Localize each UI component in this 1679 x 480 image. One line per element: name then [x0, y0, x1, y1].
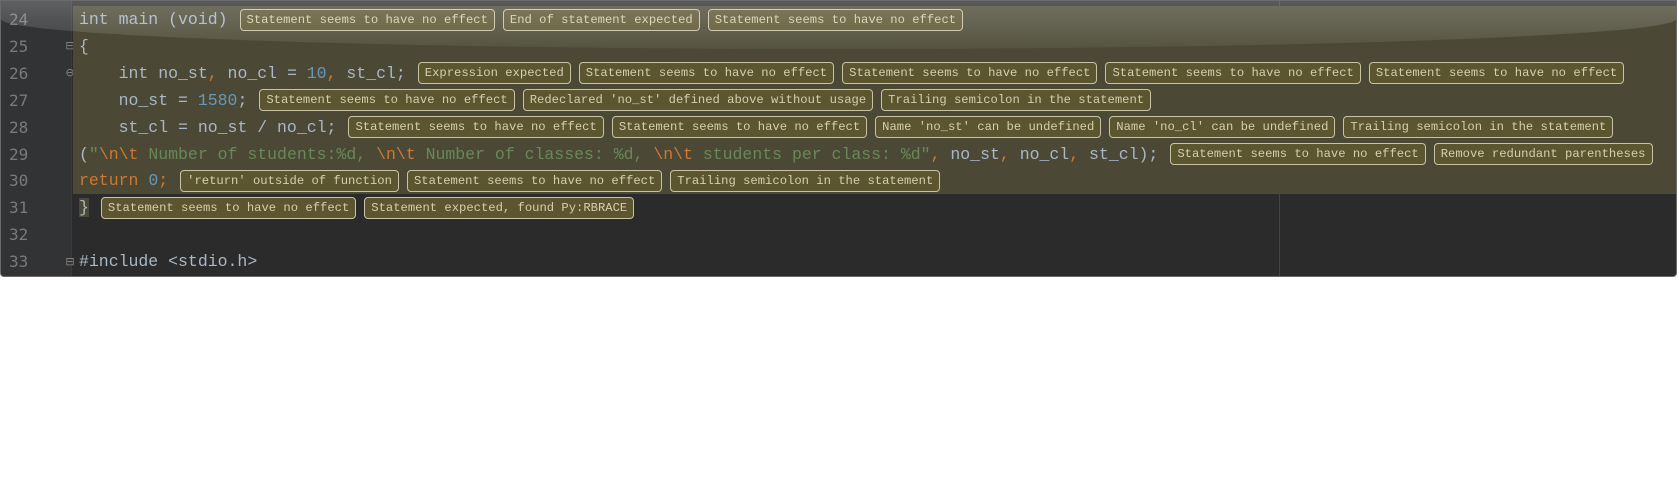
code-content: } Statement seems to have no effect Statem…	[73, 194, 1676, 221]
code-token: no_cl =	[217, 63, 307, 83]
line-number: 26	[9, 63, 29, 83]
code-line[interactable]: 30 return 0; 'return' outside of function S…	[1, 167, 1676, 195]
code-token: ,	[326, 63, 337, 83]
inspection-hint[interactable]: Statement seems to have no effect	[611, 116, 868, 139]
code-token: int no_st	[79, 63, 208, 83]
line-number: 25	[9, 36, 29, 56]
inspection-hint[interactable]: Statement seems to have no effect	[406, 169, 663, 192]
code-token: {	[79, 36, 89, 56]
code-content: int no_st, no_cl = 10, st_cl; Expression …	[73, 59, 1676, 87]
code-text: return 0;	[79, 171, 168, 190]
code-token: "	[88, 144, 99, 164]
code-token: }	[79, 198, 89, 218]
code-token: Number of students:%d,	[138, 144, 377, 164]
code-token: int main (void)	[79, 10, 228, 29]
code-token: no_st	[940, 144, 1000, 164]
code-token: ,	[930, 144, 941, 164]
inspection-hint[interactable]: 'return' outside of function	[180, 169, 399, 192]
inspection-hint[interactable]: Name 'no_st' can be undefined	[875, 116, 1102, 139]
inspection-hint[interactable]: Trailing semicolon in the statement	[881, 89, 1152, 112]
code-token: st_cl;	[336, 63, 406, 83]
code-content: no_st = 1580; Statement seems to have no …	[73, 86, 1676, 114]
code-editor[interactable]: 24 int main (void) Statement seems to have…	[0, 0, 1677, 277]
code-line[interactable]: 24 int main (void) Statement seems to have…	[1, 6, 1676, 33]
code-token: Number of classes: %d,	[415, 144, 654, 164]
code-token: ;	[158, 171, 169, 191]
code-token: \n\t	[376, 144, 416, 164]
line-number: 33	[9, 252, 29, 272]
code-text: ("\n\t Number of students:%d, \n\t Numbe…	[79, 145, 1158, 164]
code-token: ,	[1069, 144, 1080, 164]
code-token: ;	[237, 90, 248, 110]
code-token: ,	[207, 63, 218, 83]
inspection-hint[interactable]: Statement seems to have no effect	[348, 116, 604, 139]
line-number: 24	[9, 10, 29, 29]
inspection-hint[interactable]: Trailing semicolon in the statement	[670, 169, 941, 192]
code-token: 10	[306, 63, 327, 83]
inspection-hint[interactable]: Trailing semicolon in the statement	[1343, 116, 1614, 139]
line-number: 28	[9, 117, 29, 137]
code-token: 0	[148, 171, 159, 191]
code-token: st_cl);	[1079, 144, 1159, 164]
code-token: 1580	[197, 90, 238, 110]
code-line[interactable]: 28 st_cl = no_st / no_cl; Statement seems…	[1, 113, 1676, 141]
code-line[interactable]: 29 ("\n\t Number of students:%d, \n\t Num…	[1, 140, 1676, 168]
inspection-hint[interactable]: Statement seems to have no effect	[578, 62, 835, 85]
code-token: \n\t	[653, 144, 693, 164]
line-number: 29	[9, 144, 29, 164]
code-token: no_st =	[79, 90, 198, 110]
code-text: int no_st, no_cl = 10, st_cl;	[79, 64, 406, 83]
code-text: no_st = 1580;	[79, 90, 248, 110]
inspection-hint[interactable]: Statement seems to have no effect	[239, 8, 495, 31]
code-token: \n\t	[98, 144, 139, 164]
line-number: 27	[9, 90, 29, 110]
inspection-hint[interactable]: End of statement expected	[502, 8, 700, 31]
code-line[interactable]: 33 ⊟ #include <stdio.h>	[1, 248, 1676, 275]
inspection-hint[interactable]: Statement seems to have no effect	[707, 8, 964, 31]
code-content: return 0; 'return' outside of function Sta…	[73, 167, 1676, 195]
code-text: {	[79, 37, 89, 56]
code-token: (	[79, 144, 89, 164]
inspection-hint[interactable]: Statement seems to have no effect	[842, 62, 1098, 85]
inspection-hint[interactable]: Statement seems to have no effect	[1170, 143, 1426, 165]
line-number: 31	[9, 198, 29, 218]
inspection-hint[interactable]: Expression expected	[417, 62, 571, 85]
code-line[interactable]: 27 no_st = 1580; Statement seems to have …	[1, 86, 1676, 114]
inspection-hint[interactable]: Name 'no_cl' can be undefined	[1109, 116, 1336, 139]
inspection-hint[interactable]: Statement seems to have no effect	[1105, 62, 1361, 85]
inspection-hint[interactable]: Statement expected, found Py:RBRACE	[364, 196, 635, 219]
inspection-hint[interactable]: Statement seems to have no effect	[100, 196, 357, 219]
code-token: no_cl	[1009, 144, 1070, 164]
code-content: st_cl = no_st / no_cl; Statement seems to…	[73, 113, 1676, 141]
code-token: st_cl = no_st / no_cl;	[79, 117, 337, 137]
line-number: 30	[9, 171, 29, 191]
code-token: #include <stdio.h>	[79, 252, 258, 272]
code-content: #include <stdio.h>	[73, 248, 1676, 275]
inspection-hint[interactable]: Statement seems to have no effect	[1368, 62, 1625, 85]
code-token: return	[79, 171, 139, 191]
code-line[interactable]: 25 ⊟{	[1, 32, 1676, 60]
code-line[interactable]: 26 ⊖ int no_st, no_cl = 10, st_cl; Express…	[1, 59, 1676, 87]
code-content: ("\n\t Number of students:%d, \n\t Numbe…	[73, 140, 1676, 168]
code-text: }	[79, 198, 89, 218]
inspection-hint[interactable]: Redeclared 'no_st' defined above without…	[522, 89, 874, 112]
code-text: int main (void)	[79, 10, 228, 29]
code-text: st_cl = no_st / no_cl;	[79, 117, 337, 137]
code-token: ,	[999, 144, 1010, 164]
code-content: {	[73, 32, 1676, 60]
inspection-hint[interactable]: Statement seems to have no effect	[259, 89, 515, 112]
code-line[interactable]: 31} Statement seems to have no effect Stat…	[1, 194, 1676, 221]
inspection-hint[interactable]: Remove redundant parentheses	[1433, 143, 1653, 165]
code-content	[73, 221, 1676, 248]
line-number: 32	[9, 225, 29, 245]
code-content: int main (void) Statement seems to have n…	[73, 6, 1676, 33]
code-token: students per class: %d"	[692, 144, 931, 164]
code-text: #include <stdio.h>	[79, 252, 257, 271]
code-line[interactable]: 32	[1, 221, 1676, 248]
